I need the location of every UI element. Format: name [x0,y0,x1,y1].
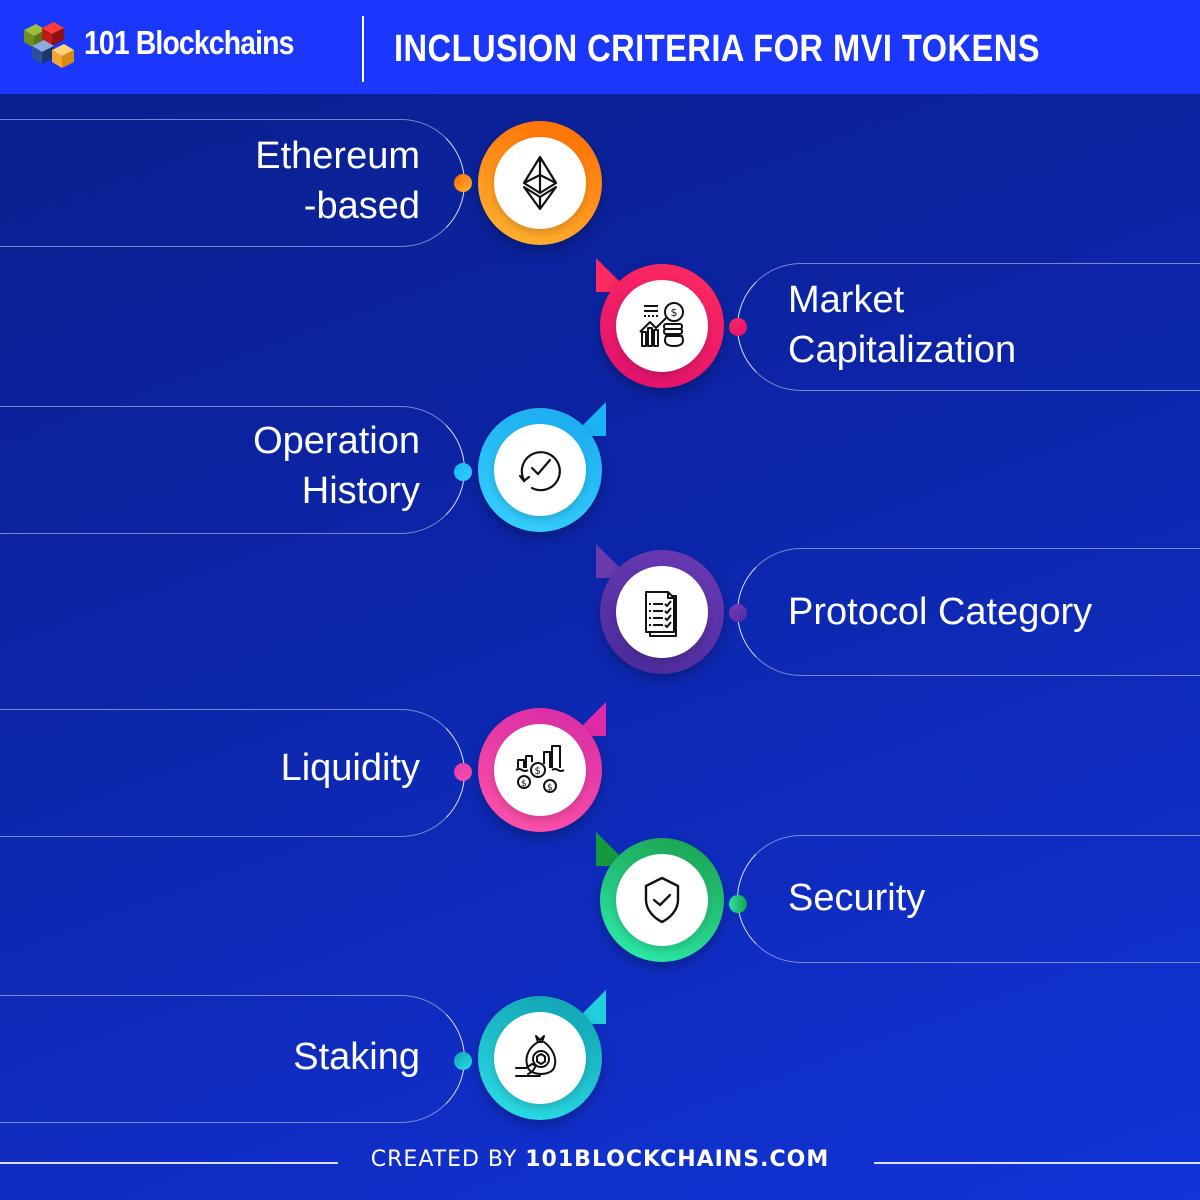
criterion-label: Operation History [253,420,420,512]
criterion-label: Security [788,877,926,919]
protocol-category-badge [596,544,724,674]
connector-dot [729,318,747,336]
svg-text:$: $ [535,766,541,777]
liquidity-badge: $ $ $ [478,702,606,832]
operation-history-badge [478,402,606,532]
connector-dot [729,895,747,913]
liquidity-icon: $ $ $ [515,745,565,793]
ethereum-icon [522,155,558,211]
connector-dot [454,763,472,781]
svg-text:$: $ [547,783,553,793]
connector-dot [729,604,747,622]
staking-money-bag-icon [515,1035,557,1077]
criterion-label: Protocol Category [788,591,1093,633]
page-title: INCLUSION CRITERIA FOR MVI TOKENS [394,28,1041,70]
cubes-logo-icon [24,22,74,68]
market-cap-badge: $ [596,258,724,388]
footer-credit: CREATED BY 101BLOCKCHAINS.COM [370,1147,830,1172]
criterion-label: Liquidity [280,747,420,789]
security-badge [596,832,724,962]
checklist-document-icon [645,591,677,637]
svg-text:$: $ [521,779,527,789]
header-divider [362,16,364,82]
staking-badge [478,990,606,1120]
connector-dot [454,463,472,481]
criterion-label: Market Capitalization [788,279,1017,371]
criterion-label: Staking [293,1036,420,1078]
brand-name: 101 Blockchains [84,24,294,61]
connector-dot [454,174,472,192]
criterion-label: Ethereum -based [255,135,420,227]
header-bar: 101 Blockchains INCLUSION CRITERIA FOR M… [0,0,1200,94]
clock-history-icon [518,451,561,492]
market-cap-icon: $ [639,302,684,347]
shield-check-icon [644,876,680,924]
footer-site-link[interactable]: 101BLOCKCHAINS.COM [525,1147,829,1172]
connector-dot [454,1052,472,1070]
ethereum-badge [478,121,602,245]
svg-text:$: $ [671,306,678,319]
